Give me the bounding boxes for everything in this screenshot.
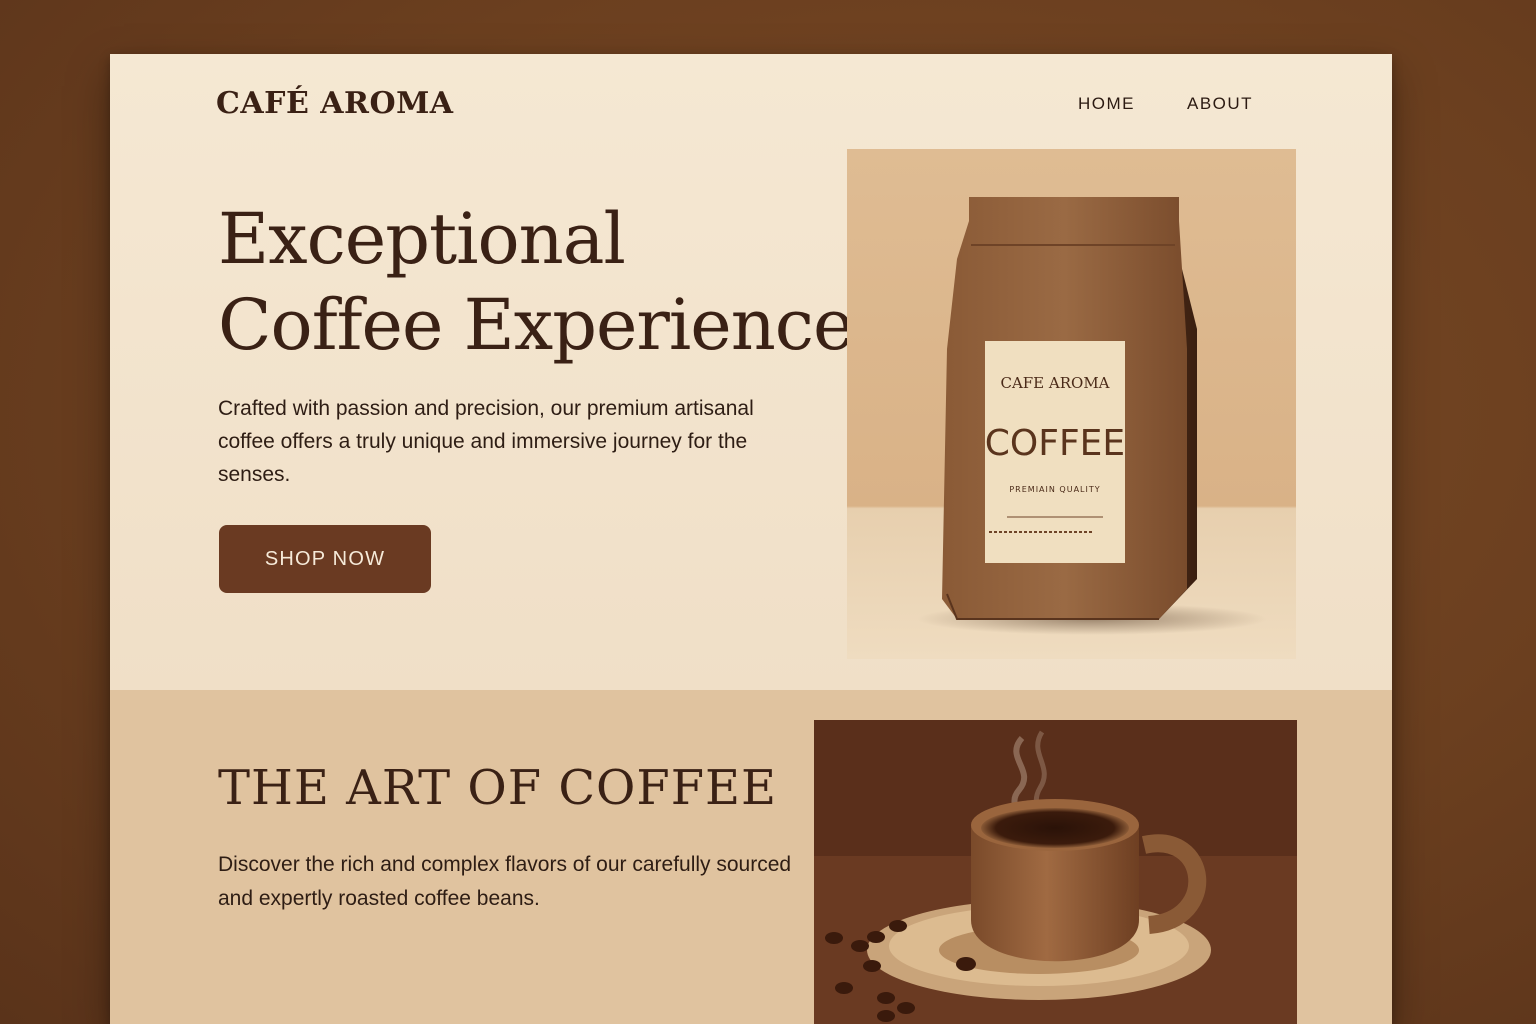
coffee-bag-illustration: CAFE AROMA COFFEE PREMIAIN QUALITY	[917, 197, 1267, 635]
hero-title: Exceptional Coffee Experience	[218, 196, 854, 368]
coffee-cup-illustration	[814, 720, 1297, 1024]
hero-title-line2: Coffee Experience	[218, 284, 854, 366]
brand-logo[interactable]: CAFÉ AROMA	[216, 86, 454, 121]
hero-description: Crafted with passion and precision, our …	[218, 397, 754, 486]
shop-now-button[interactable]: SHOP NOW	[219, 525, 431, 593]
main-nav: HOME ABOUT	[1078, 94, 1253, 114]
landing-page: CAFÉ AROMA HOME ABOUT Exceptional Coffee…	[110, 54, 1392, 1024]
hero-title-line1: Exceptional	[218, 198, 626, 280]
nav-about-link[interactable]: ABOUT	[1187, 94, 1253, 114]
art-of-coffee-section: THE ART OF COFFEE Discover the rich and …	[110, 690, 1392, 1024]
section-title: THE ART OF COFFEE	[218, 760, 778, 816]
bag-label-product: COFFEE	[985, 423, 1125, 464]
hero-section: CAFÉ AROMA HOME ABOUT Exceptional Coffee…	[110, 54, 1392, 690]
bag-label-brand: CAFE AROMA	[1000, 374, 1109, 392]
bag-label-tagline: PREMIAIN QUALITY	[1009, 485, 1100, 494]
coffee-cup-image	[814, 720, 1297, 1024]
section-description: Discover the rich and complex flavors of…	[218, 853, 792, 910]
nav-home-link[interactable]: HOME	[1078, 94, 1135, 114]
product-image: CAFE AROMA COFFEE PREMIAIN QUALITY	[847, 149, 1296, 659]
